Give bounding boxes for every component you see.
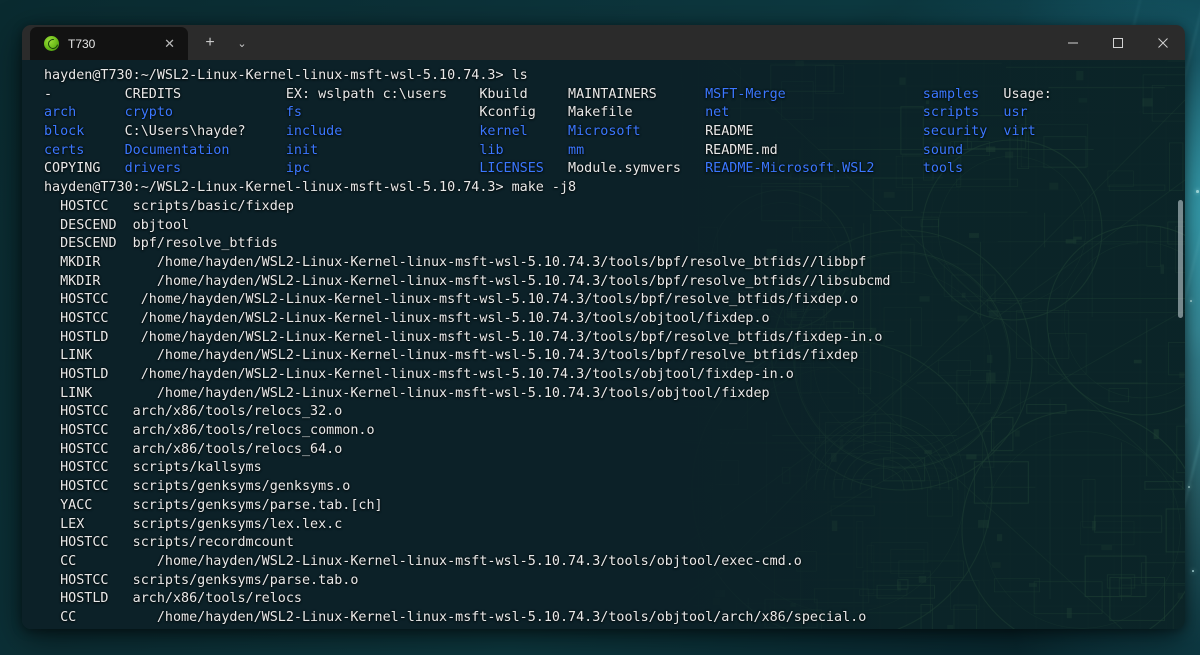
terminal-line: LINK /home/hayden/WSL2-Linux-Kernel-linu… bbox=[44, 385, 770, 401]
ls-entry: Kbuild bbox=[479, 86, 569, 102]
terminal-line: COPYING drivers ipc LICENSES Module.symv… bbox=[44, 160, 1185, 179]
ls-entry: init bbox=[285, 142, 480, 158]
terminal-line: HOSTLD arch/x86/tools/relocs bbox=[44, 591, 302, 607]
terminal-tab-t730[interactable]: T730 ✕ bbox=[30, 27, 188, 60]
ls-entry: Usage: bbox=[1003, 86, 1052, 102]
ls-entry: drivers bbox=[124, 161, 286, 177]
close-button[interactable] bbox=[1140, 25, 1185, 60]
terminal-line: CC /home/hayden/WSL2-Linux-Kernel-linux-… bbox=[44, 553, 802, 569]
ls-entry: README-Microsoft.WSL2 bbox=[705, 161, 923, 177]
terminal-line: HOSTCC arch/x86/tools/relocs_common.o bbox=[44, 423, 375, 439]
terminal-line: HOSTCC arch/x86/tools/relocs_32.o bbox=[44, 404, 343, 420]
ls-entry: Kconfig bbox=[479, 105, 569, 121]
terminal-line: hayden@T730:~/WSL2-Linux-Kernel-linux-ms… bbox=[44, 68, 528, 83]
terminal-line: HOSTCC scripts/genksyms/parse.tab.o bbox=[44, 572, 359, 588]
terminal-line: LEX scripts/genksyms/lex.lex.c bbox=[44, 516, 343, 532]
ls-entry: sound bbox=[922, 142, 1004, 158]
ls-entry: MSFT-Merge bbox=[705, 86, 923, 102]
terminal-body[interactable]: hayden@T730:~/WSL2-Linux-Kernel-linux-ms… bbox=[22, 60, 1185, 629]
ls-entry: Microsoft bbox=[568, 124, 706, 140]
terminal-line: YACC scripts/genksyms/parse.tab.[ch] bbox=[44, 497, 383, 513]
ls-entry: mm bbox=[568, 142, 706, 158]
ls-entry: MAINTAINERS bbox=[568, 86, 706, 102]
terminal-line: MKDIR /home/hayden/WSL2-Linux-Kernel-lin… bbox=[44, 254, 867, 270]
ls-entry: samples bbox=[922, 86, 1004, 102]
ls-entry: arch bbox=[44, 105, 125, 121]
ls-entry: include bbox=[285, 124, 480, 140]
ls-entry: kernel bbox=[479, 124, 569, 140]
terminal-line: HOSTLD /home/hayden/WSL2-Linux-Kernel-li… bbox=[44, 367, 794, 382]
wallpaper-particle bbox=[1188, 486, 1190, 488]
terminal-line: CC /home/hayden/WSL2-Linux-Kernel-linux-… bbox=[44, 609, 867, 625]
terminal-window: T730 ✕ + ⌄ hayden@T730:~/WSL2-Linux-Kern… bbox=[22, 25, 1185, 629]
tab-close-icon[interactable]: ✕ bbox=[159, 34, 180, 53]
wallpaper-particle bbox=[1192, 570, 1194, 572]
terminal-line: LINK /home/hayden/WSL2-Linux-Kernel-linu… bbox=[44, 348, 859, 364]
maximize-button[interactable] bbox=[1095, 25, 1140, 60]
terminal-line: HOSTCC arch/x86/tools/relocs_64.o bbox=[44, 441, 343, 457]
ls-entry: fs bbox=[285, 105, 480, 121]
new-tab-button[interactable]: + bbox=[195, 28, 225, 58]
chevron-down-icon[interactable]: ⌄ bbox=[227, 28, 257, 58]
gecko-icon bbox=[44, 36, 59, 51]
ls-entry: COPYING bbox=[44, 161, 125, 177]
ls-entry: lib bbox=[479, 142, 569, 158]
ls-entry: net bbox=[705, 105, 923, 121]
ls-entry: certs bbox=[44, 142, 125, 158]
terminal-line: block C:\Users\hayde? include kernel Mic… bbox=[44, 123, 1185, 142]
ls-entry: block bbox=[44, 124, 125, 140]
terminal-line: HOSTCC scripts/basic/fixdep bbox=[44, 198, 294, 214]
ls-entry: Module.symvers bbox=[568, 161, 706, 177]
terminal-line: HOSTCC /home/hayden/WSL2-Linux-Kernel-li… bbox=[44, 292, 859, 308]
ls-entry: virt bbox=[1003, 124, 1036, 140]
terminal-line: certs Documentation init lib mm README.m… bbox=[44, 142, 1185, 161]
terminal-line: - CREDITS EX: wslpath c:\users Kbuild MA… bbox=[44, 86, 1185, 105]
ls-entry: Documentation bbox=[124, 142, 286, 158]
ls-entry: EX: wslpath c:\users bbox=[285, 86, 480, 102]
ls-entry: tools bbox=[922, 161, 1004, 177]
ls-entry: security bbox=[922, 124, 1004, 140]
ls-entry: scripts bbox=[922, 105, 1004, 121]
terminal-line: HOSTCC scripts/kallsyms bbox=[44, 460, 262, 476]
ls-entry: README bbox=[705, 124, 923, 140]
terminal-line: HOSTLD /home/hayden/WSL2-Linux-Kernel-li… bbox=[44, 329, 883, 345]
terminal-line: DESCEND bpf/resolve_btfids bbox=[44, 236, 278, 252]
ls-entry: crypto bbox=[124, 105, 286, 121]
minimize-button[interactable] bbox=[1050, 25, 1095, 60]
terminal-line: HOSTCC scripts/recordmcount bbox=[44, 535, 294, 551]
terminal-output: hayden@T730:~/WSL2-Linux-Kernel-linux-ms… bbox=[22, 60, 1185, 628]
window-controls bbox=[1050, 25, 1185, 60]
window-titlebar[interactable]: T730 ✕ + ⌄ bbox=[22, 25, 1185, 60]
terminal-line: HOSTCC scripts/genksyms/genksyms.o bbox=[44, 479, 351, 495]
wallpaper-particle bbox=[1190, 300, 1192, 302]
terminal-line: MKDIR /home/hayden/WSL2-Linux-Kernel-lin… bbox=[44, 273, 891, 289]
terminal-line: HOSTCC /home/hayden/WSL2-Linux-Kernel-li… bbox=[44, 310, 770, 326]
terminal-line: DESCEND objtool bbox=[44, 217, 190, 233]
ls-entry: Makefile bbox=[568, 105, 706, 121]
ls-entry: README.md bbox=[705, 142, 923, 158]
wallpaper-particle bbox=[1196, 190, 1199, 193]
ls-entry: LICENSES bbox=[479, 161, 569, 177]
terminal-line: arch crypto fs Kconfig Makefile net scri… bbox=[44, 104, 1185, 123]
ls-entry: CREDITS bbox=[124, 86, 286, 102]
ls-entry: usr bbox=[1003, 105, 1028, 121]
ls-entry: - bbox=[44, 86, 125, 102]
ls-entry: ipc bbox=[285, 161, 480, 177]
ls-entry: C:\Users\hayde? bbox=[124, 124, 286, 140]
tab-title: T730 bbox=[68, 36, 96, 51]
terminal-line: hayden@T730:~/WSL2-Linux-Kernel-linux-ms… bbox=[44, 180, 577, 196]
